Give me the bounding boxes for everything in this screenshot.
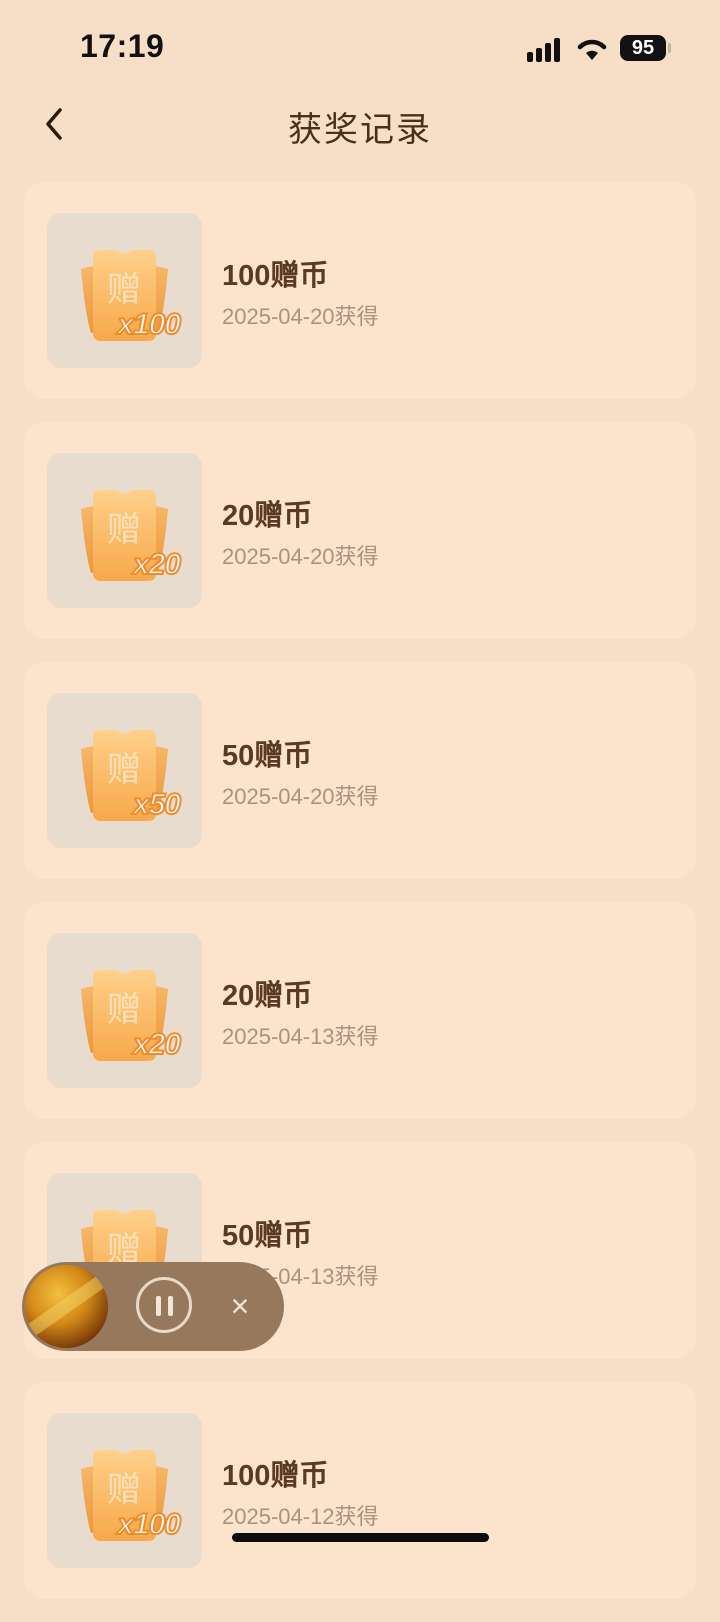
- record-date: 2025-04-20获得: [222, 544, 379, 569]
- reward-quantity: x100: [116, 1507, 182, 1542]
- reward-quantity: x20: [132, 1027, 182, 1062]
- reward-coupon-image: 赠 x100: [47, 1413, 202, 1568]
- reward-quantity: x50: [132, 787, 182, 822]
- reward-coupon-image: 赠 x100: [47, 213, 202, 368]
- reward-coupon-image: 赠 x20: [47, 933, 202, 1088]
- close-icon: ×: [230, 1288, 250, 1324]
- reward-coupon-image: 赠 x20: [47, 453, 202, 608]
- nav-header: 获奖记录: [0, 90, 720, 160]
- battery-tip: [668, 43, 671, 53]
- reward-coupon-image: 赠 x50: [47, 693, 202, 848]
- coupon-badge-text: 赠: [107, 270, 141, 310]
- coupon-icon: 赠: [81, 730, 168, 821]
- record-title: 20赠币: [222, 500, 313, 532]
- coupon-icon: 赠: [81, 1450, 168, 1541]
- record-title: 100赠币: [222, 260, 329, 292]
- record-card[interactable]: 赠 x20 20赠币 2025-04-13获得: [24, 902, 696, 1119]
- coupon-icon: 赠: [81, 490, 168, 581]
- pause-icon: [156, 1296, 161, 1316]
- coupon-badge-text: 赠: [107, 750, 141, 790]
- record-date: 2025-04-12获得: [222, 1504, 379, 1529]
- page-title: 获奖记录: [288, 111, 432, 149]
- records-list: 赠 x100 100赠币 2025-04-20获得 赠 x20 20赠币 202…: [24, 182, 696, 1622]
- close-player-button[interactable]: ×: [222, 1288, 258, 1324]
- record-title: 50赠币: [222, 740, 313, 772]
- pause-button[interactable]: [136, 1277, 192, 1333]
- coupon-badge-text: 赠: [107, 510, 141, 550]
- coupon-badge-text: 赠: [107, 990, 141, 1030]
- record-card[interactable]: 赠 x100 100赠币 2025-04-12获得: [24, 1382, 696, 1599]
- home-indicator: [232, 1533, 489, 1542]
- player-cover-image[interactable]: [25, 1265, 108, 1348]
- record-card[interactable]: 赠 x20 20赠币 2025-04-20获得: [24, 422, 696, 639]
- coupon-icon: 赠: [81, 250, 168, 341]
- record-date: 2025-04-20获得: [222, 304, 379, 329]
- record-title: 20赠币: [222, 980, 313, 1012]
- coupon-badge-text: 赠: [107, 1470, 141, 1510]
- mini-audio-player[interactable]: ×: [22, 1262, 284, 1351]
- reward-quantity: x20: [132, 547, 182, 582]
- record-card[interactable]: 赠 x50 50赠币 2025-04-20获得: [24, 662, 696, 879]
- status-time: 17:19: [80, 28, 165, 64]
- record-title: 100赠币: [222, 1460, 329, 1492]
- battery-indicator: 95: [620, 35, 666, 61]
- record-card[interactable]: 赠 x100 100赠币 2025-04-20获得: [24, 182, 696, 399]
- record-date: 2025-04-20获得: [222, 784, 379, 809]
- coupon-icon: 赠: [81, 970, 168, 1061]
- wifi-icon: [577, 39, 607, 60]
- status-bar: 17:19 95: [0, 0, 720, 90]
- record-title: 50赠币: [222, 1220, 313, 1252]
- reward-quantity: x100: [116, 307, 182, 342]
- cellular-signal-icon: [527, 36, 563, 62]
- record-date: 2025-04-13获得: [222, 1024, 379, 1049]
